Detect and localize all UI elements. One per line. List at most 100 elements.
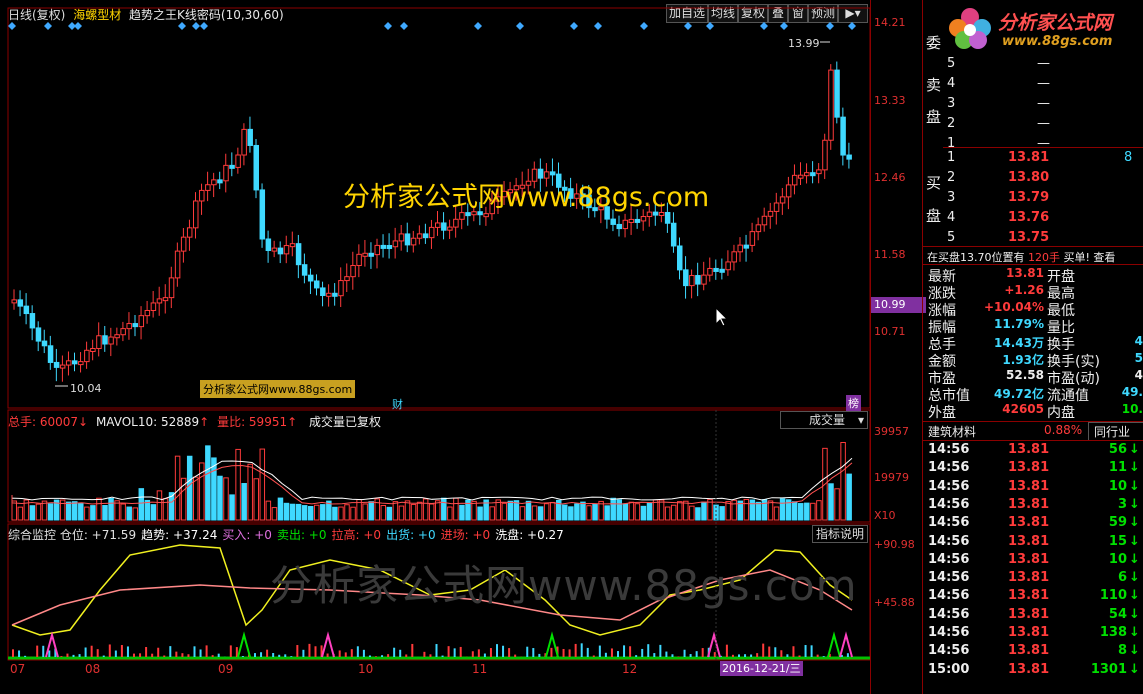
quote-value: 1.93亿	[1002, 353, 1044, 367]
signal-diamond-icon	[74, 22, 82, 30]
finance-marker[interactable]: 财	[392, 396, 403, 412]
indicator-bar	[447, 646, 450, 657]
volume-bar	[398, 505, 405, 521]
volume-bar	[362, 503, 368, 521]
mouse-cursor-icon	[715, 306, 729, 327]
flower-logo-icon	[949, 8, 991, 49]
volume-bar	[501, 502, 508, 521]
tick-price: 13.81	[1008, 551, 1050, 567]
indicator-bar	[66, 653, 69, 657]
volume-bar	[410, 503, 417, 521]
volume-bar	[193, 476, 199, 521]
volume-bar	[72, 501, 78, 521]
candle-body	[828, 69, 834, 141]
tick-price: 13.81	[1008, 570, 1050, 586]
tick-time: 14:56	[928, 643, 970, 659]
indicator-bar	[701, 648, 704, 657]
tick-volume: 10	[1108, 551, 1127, 567]
arrow-down-icon: ↓	[1129, 460, 1140, 476]
signal-diamond-icon	[594, 22, 602, 30]
volume-bar	[471, 500, 477, 521]
indicator-bar	[477, 649, 480, 657]
indicator-bar	[296, 645, 299, 657]
candle-body	[634, 218, 641, 223]
candle-body	[483, 213, 489, 218]
buy-level-num: 3	[947, 190, 956, 205]
divider	[923, 440, 1143, 441]
indicator-bar	[36, 645, 39, 657]
industry-change: 0.88%	[1044, 423, 1083, 437]
indicator-bar	[78, 654, 81, 657]
indicator-bar	[568, 649, 571, 657]
indicator-bar	[157, 647, 160, 657]
indicator-bar	[496, 644, 498, 657]
candle-body	[707, 267, 713, 276]
candle-body	[761, 215, 768, 226]
quote-value: 13.81	[1006, 266, 1044, 280]
candle-body	[616, 223, 622, 230]
volume-bar	[223, 477, 229, 521]
price-tick: 14.21	[874, 16, 906, 29]
candle-body	[350, 265, 356, 278]
candle-body	[441, 222, 447, 231]
order-notice[interactable]: 在买盘13.70位置有 120手 买单! 查看	[927, 249, 1115, 265]
candle-body	[271, 247, 278, 252]
volume-mavol: MAVOL10: 52889	[95, 415, 200, 429]
indicator-bar	[810, 645, 813, 657]
indicator-bar	[683, 649, 686, 657]
indicator-bar	[405, 654, 408, 657]
volume-bar	[247, 463, 253, 521]
same-industry-tab[interactable]: 同行业	[1088, 422, 1143, 441]
indicator-bar	[241, 656, 244, 657]
candle-body	[301, 264, 308, 276]
indicator-bar	[550, 647, 553, 657]
indicator-bar	[199, 649, 202, 657]
indicator-bar	[489, 648, 492, 657]
indicator-bar	[762, 643, 765, 657]
x-tick: 11	[472, 662, 488, 676]
volume-bar	[519, 506, 526, 521]
quote-value: 52.58	[1006, 368, 1044, 382]
indicator-bar	[42, 645, 45, 657]
candle-body	[217, 179, 223, 184]
arrow-down-icon: ↓	[1129, 588, 1140, 604]
candle-body	[422, 233, 429, 239]
indicator-bar	[290, 656, 293, 657]
volume-bar	[646, 502, 653, 521]
candle-body	[162, 297, 169, 302]
indicator-bar	[647, 644, 650, 657]
price-tick: 13.33	[874, 94, 906, 107]
volume-bar	[344, 504, 350, 521]
tick-volume: 6	[1117, 570, 1127, 586]
industry-row[interactable]: 建筑材料	[928, 423, 976, 440]
volume-bar	[186, 455, 193, 521]
candle-body	[90, 347, 96, 352]
volume-bar	[604, 505, 610, 521]
rank-marker[interactable]: 榜	[846, 395, 861, 411]
indicator-help-button[interactable]: 指标说明	[812, 525, 868, 543]
candle-body	[65, 360, 72, 366]
quote-value: 4	[1134, 368, 1143, 382]
buy-level-price: 13.81	[1008, 150, 1050, 165]
candle-body	[816, 169, 822, 175]
candle-body	[410, 237, 417, 246]
candle-body	[846, 154, 852, 160]
volume-bar	[791, 501, 798, 521]
volume-bar	[628, 501, 635, 521]
indicator-bar	[774, 647, 777, 657]
quote-value: 11.79%	[994, 317, 1044, 331]
volume-bar	[453, 497, 459, 521]
volume-bar	[664, 506, 671, 521]
indicator-bar	[822, 656, 825, 657]
candle-body	[338, 280, 344, 297]
candle-body	[41, 340, 48, 347]
volume-dropdown[interactable]: 成交量 ▾	[780, 411, 868, 429]
indicator-item: 卖出: +0	[276, 528, 327, 542]
indicator-bar	[133, 653, 135, 657]
sell-level-num: 1	[947, 136, 956, 151]
indicator-bar	[175, 651, 178, 657]
tick-time: 14:56	[928, 478, 970, 494]
chart-area[interactable]: 日线(复权) 海螺型材 趋势之王K线密码(10,30,60) 加自选 均线 复权…	[0, 0, 926, 694]
indicator-bar	[60, 656, 63, 657]
candle-body	[398, 233, 405, 242]
